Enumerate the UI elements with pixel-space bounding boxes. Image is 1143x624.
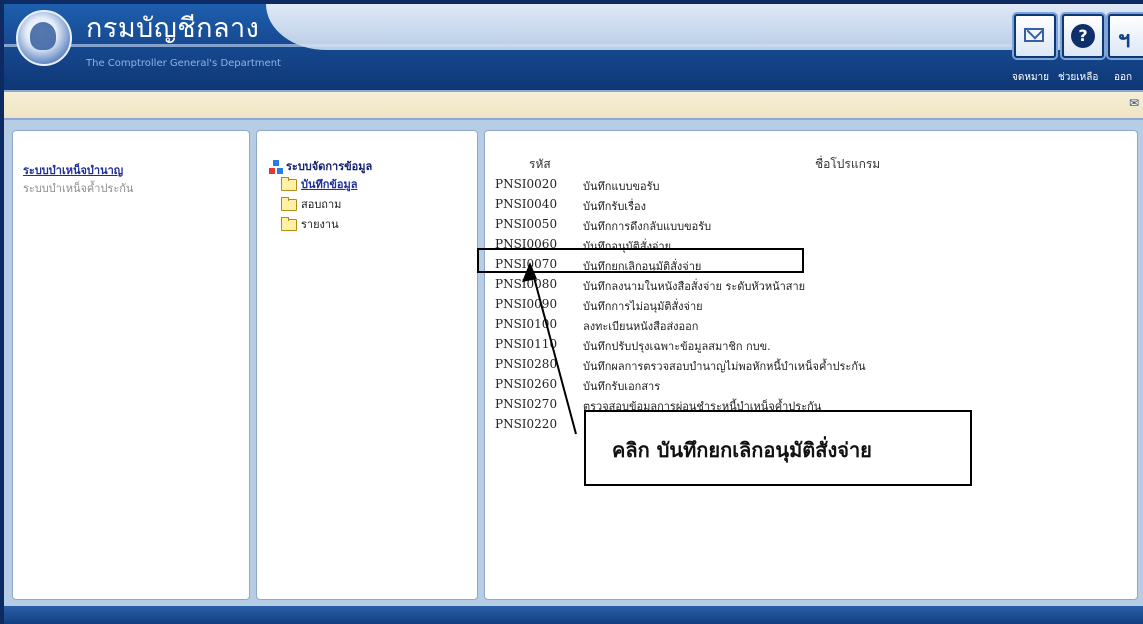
tree-item-label: สอบถาม [301, 198, 342, 211]
program-code: PNSI0100 [495, 317, 558, 331]
program-name[interactable]: บันทึกผลการตรวจสอบบำนาญไม่พอหักหนี้บำเหน… [583, 357, 866, 375]
table-row[interactable]: PNSI0110 บันทึกปรับปรุงเฉพาะข้อมูลสมาชิก… [485, 335, 1137, 355]
table-row[interactable]: PNSI0090 บันทึกการไม่อนุมัติสั่งจ่าย [485, 295, 1137, 315]
program-code: PNSI0080 [495, 277, 558, 291]
program-list-panel: รหัส ชื่อโปรแกรม PNSI0020 บันทึกแบบขอรับ… [484, 130, 1138, 600]
program-name[interactable]: บันทึกรับเรื่อง [583, 197, 646, 215]
tree-item-label: รายงาน [301, 218, 339, 231]
folder-icon [281, 177, 297, 191]
app-window: กรมบัญชีกลาง The Comptroller General's D… [0, 0, 1143, 624]
header-banner: กรมบัญชีกลาง The Comptroller General's D… [4, 4, 1143, 90]
program-code: PNSI0280 [495, 357, 558, 371]
folder-icon [281, 197, 297, 211]
program-code: PNSI0090 [495, 297, 558, 311]
tree-item-report[interactable]: รายงาน [281, 215, 339, 233]
program-code: PNSI0220 [495, 417, 558, 431]
table-row[interactable]: PNSI0100 ลงทะเบียนหนังสือส่งออก [485, 315, 1137, 335]
table-row[interactable]: PNSI0020 บันทึกแบบขอรับ [485, 175, 1137, 195]
program-name[interactable]: ลงทะเบียนหนังสือส่งออก [583, 317, 698, 335]
program-name[interactable]: บันทึกแบบขอรับ [583, 177, 659, 195]
program-code: PNSI0270 [495, 397, 558, 411]
callout-box: คลิก บันทึกยกเลิกอนุมัติสั่งจ่าย [584, 410, 972, 486]
data-management-tree: ระบบจัดการข้อมูล บันทึกข้อมูล สอบถาม ราย… [256, 130, 478, 600]
exit-label[interactable]: ออก [1114, 70, 1132, 85]
tree-root-label: ระบบจัดการข้อมูล [286, 160, 373, 173]
table-row[interactable]: PNSI0080 บันทึกลงนามในหนังสือสั่งจ่าย ระ… [485, 275, 1137, 295]
tree-item-label: บันทึกข้อมูล [301, 178, 358, 191]
exit-button[interactable]: ฯ [1108, 14, 1143, 58]
message-icon[interactable]: ✉ [1129, 96, 1139, 110]
program-name[interactable]: บันทึกรับเอกสาร [583, 377, 660, 395]
folder-icon [281, 217, 297, 231]
tree-root: ระบบจัดการข้อมูล [269, 157, 372, 175]
program-name[interactable]: บันทึกการดึงกลับแบบขอรับ [583, 217, 711, 235]
exit-door-icon: ฯ [1118, 28, 1131, 53]
program-code: PNSI0020 [495, 177, 558, 191]
mail-label[interactable]: จดหมาย [1012, 70, 1049, 85]
program-code: PNSI0110 [495, 337, 558, 351]
toolbar: ✉ [4, 90, 1143, 120]
program-code: PNSI0040 [495, 197, 558, 211]
table-row[interactable]: PNSI0260 บันทึกรับเอกสาร [485, 375, 1137, 395]
help-button[interactable]: ? [1062, 14, 1104, 58]
table-row[interactable]: PNSI0040 บันทึกรับเรื่อง [485, 195, 1137, 215]
department-title-english: The Comptroller General's Department [86, 58, 281, 69]
tree-item-record-data[interactable]: บันทึกข้อมูล [281, 175, 358, 193]
help-icon: ? [1071, 24, 1095, 48]
program-name[interactable]: บันทึกปรับปรุงเฉพาะข้อมูลสมาชิก กบข. [583, 337, 771, 355]
help-label[interactable]: ช่วยเหลือ [1058, 70, 1098, 85]
tree-item-inquiry[interactable]: สอบถาม [281, 195, 341, 213]
program-name[interactable]: บันทึกการไม่อนุมัติสั่งจ่าย [583, 297, 703, 315]
column-header-code: รหัส [529, 157, 551, 171]
menu-pension-system[interactable]: ระบบบำเหน็จบำนาญ [23, 161, 123, 179]
sitemap-icon [269, 160, 283, 174]
table-row[interactable]: PNSI0050 บันทึกการดึงกลับแบบขอรับ [485, 215, 1137, 235]
program-name[interactable]: บันทึกลงนามในหนังสือสั่งจ่าย ระดับหัวหน้… [583, 277, 805, 295]
highlight-box [477, 248, 804, 273]
mail-button[interactable] [1014, 14, 1056, 58]
content-area: ระบบบำเหน็จบำนาญ ระบบบำเหน็จค้ำประกัน ระ… [4, 120, 1143, 606]
footer-bar [4, 606, 1143, 624]
table-row[interactable]: PNSI0280 บันทึกผลการตรวจสอบบำนาญไม่พอหัก… [485, 355, 1137, 375]
program-code: PNSI0260 [495, 377, 558, 391]
column-header-program-name: ชื่อโปรแกรม [815, 157, 881, 171]
callout-text: คลิก บันทึกยกเลิกอนุมัติสั่งจ่าย [612, 438, 872, 462]
department-title-thai: กรมบัญชีกลาง [86, 13, 260, 44]
menu-guarantee-system[interactable]: ระบบบำเหน็จค้ำประกัน [23, 179, 133, 197]
program-code: PNSI0050 [495, 217, 558, 231]
mail-icon [1024, 28, 1044, 42]
department-seal-logo [16, 10, 72, 66]
system-menu-panel: ระบบบำเหน็จบำนาญ ระบบบำเหน็จค้ำประกัน [12, 130, 250, 600]
